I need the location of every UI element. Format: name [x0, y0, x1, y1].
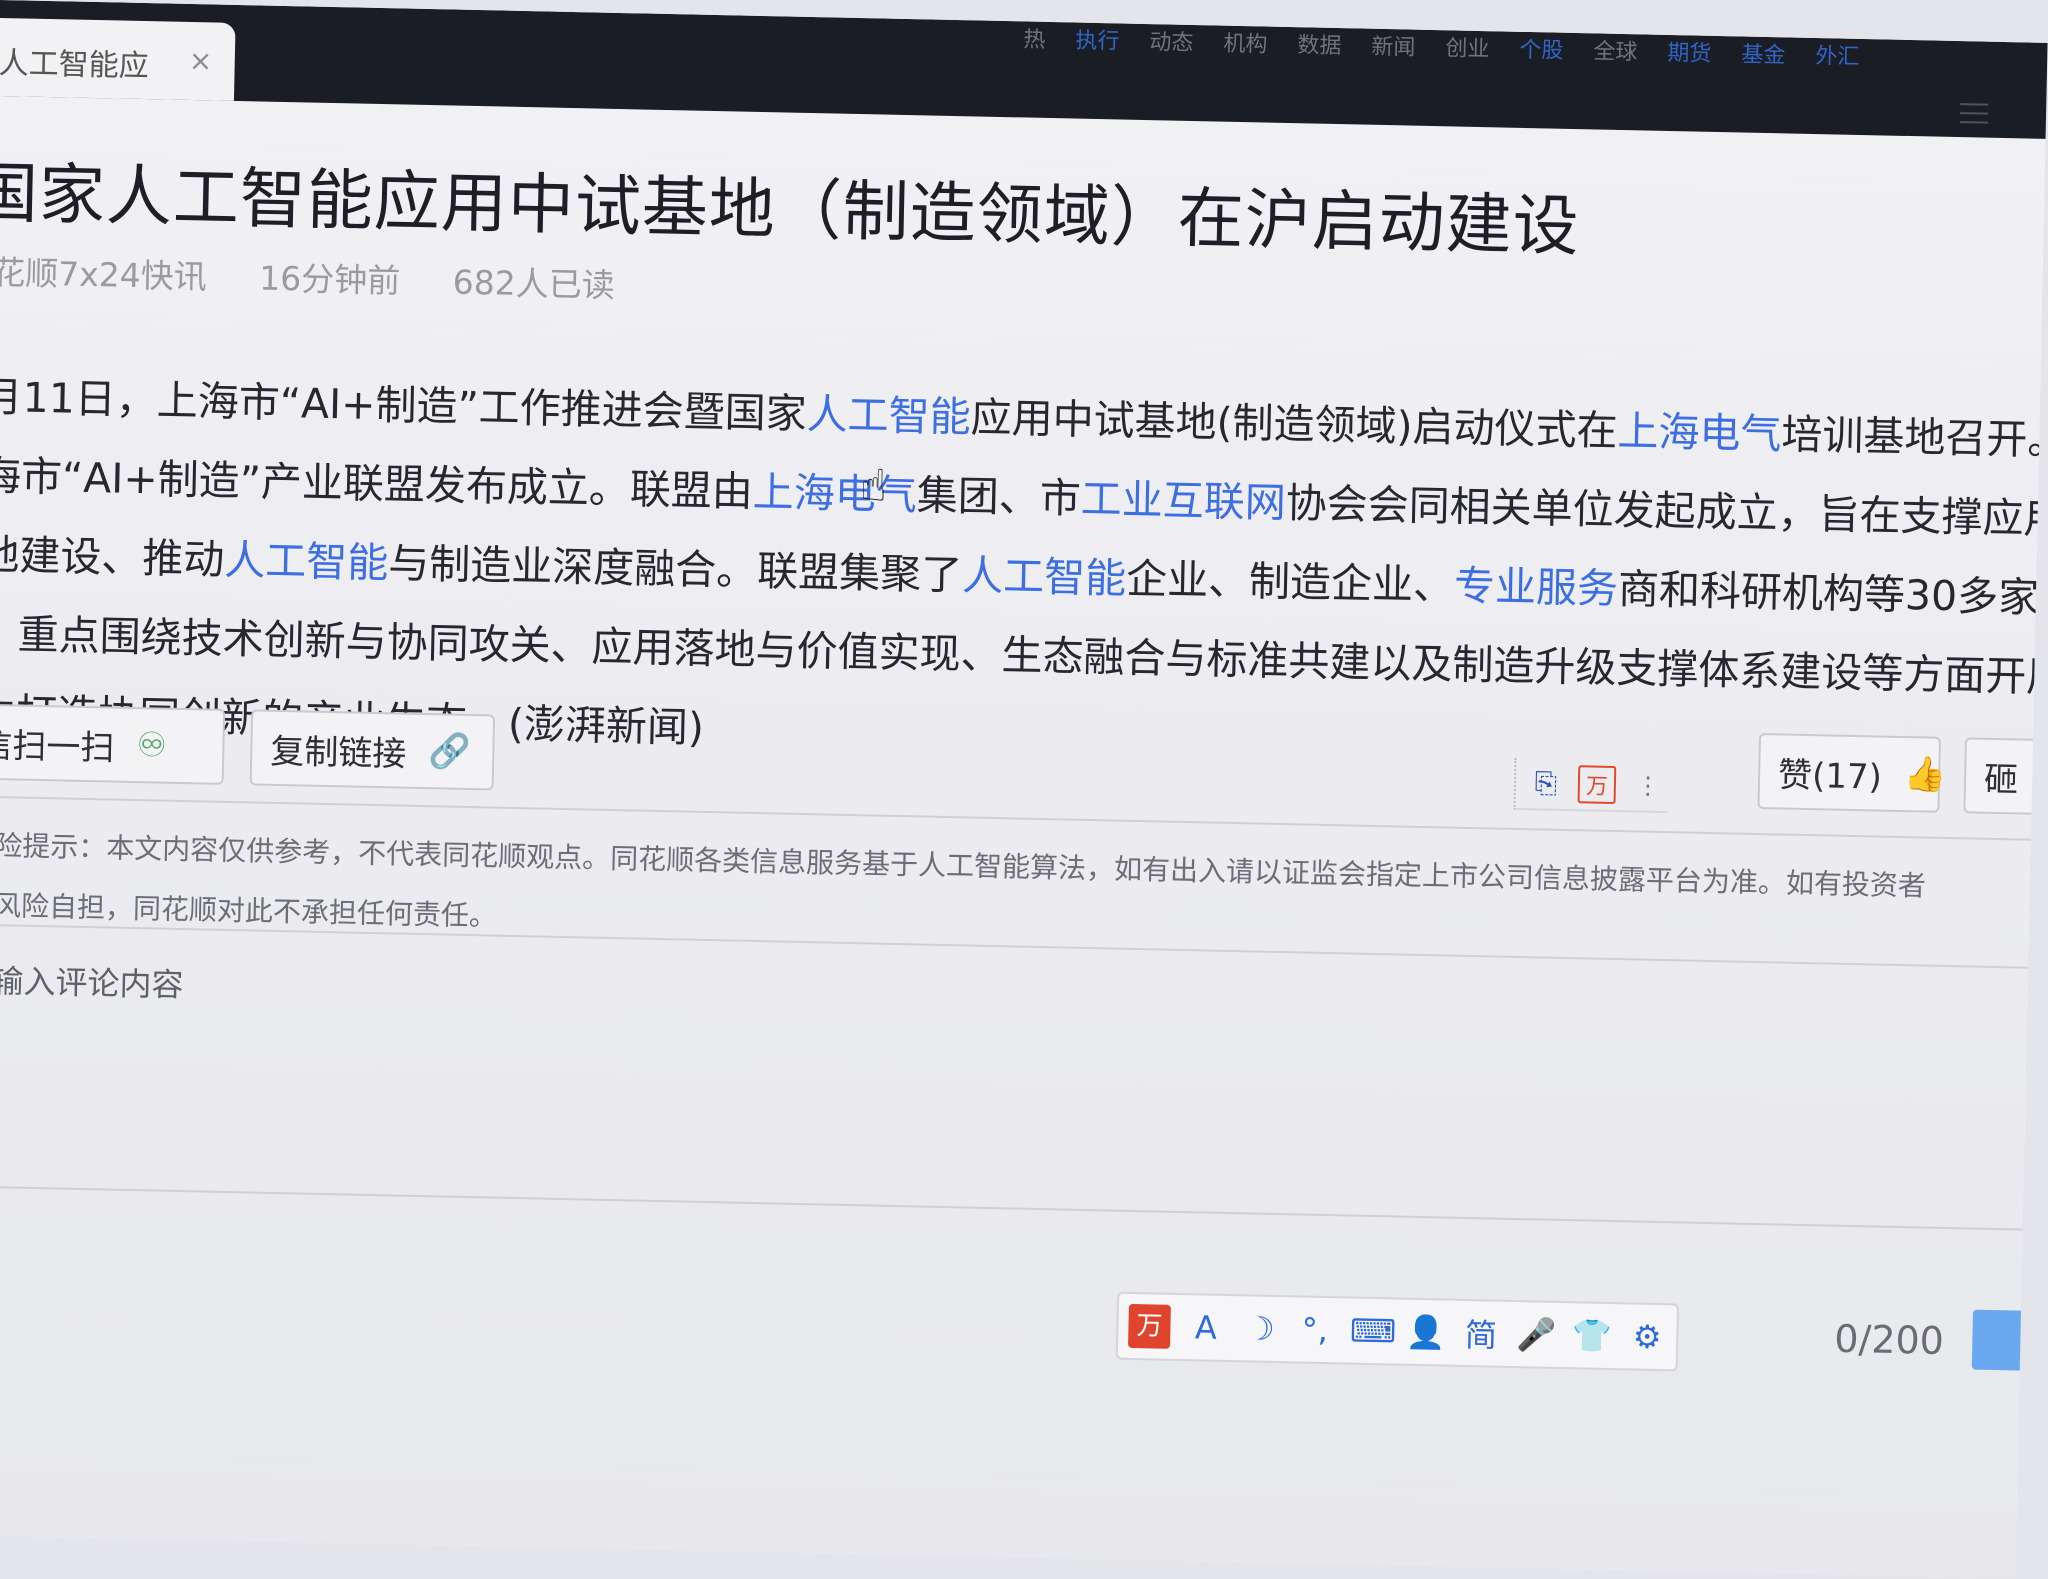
nav-link[interactable]: 新闻: [1367, 29, 1420, 61]
wechat-share-button[interactable]: 微信扫一扫 ♾: [0, 702, 226, 785]
article-text: 协会会同相关单位发起成立，旨在支撑应用中: [1285, 479, 2048, 545]
article-meta: 花顺7x24快讯 16分钟前 682人已读: [0, 246, 657, 308]
ime-toolbar: 万 A ☽ °, ⌨ 👤 简 🎤 👕 ⚙: [1115, 1291, 1680, 1372]
article-text: 月11日，上海市“AI+制造”工作推进会暨国家: [0, 372, 808, 438]
article-text: 与制造业深度融合。联盟集聚了: [387, 539, 963, 600]
settings-icon[interactable]: ⚙: [1628, 1317, 1667, 1356]
stock-keyword-link[interactable]: 专业服务: [1454, 562, 1619, 613]
like-label: 赞(17): [1777, 754, 1883, 798]
simplified-toggle[interactable]: 简: [1461, 1310, 1500, 1357]
stock-keyword-link[interactable]: 上海电气: [1617, 407, 1782, 458]
moon-icon[interactable]: ☽: [1241, 1309, 1280, 1348]
keyboard-icon[interactable]: ⌨: [1350, 1312, 1397, 1351]
more-icon[interactable]: ⋮: [1627, 765, 1668, 806]
stock-keyword-link[interactable]: 工业互联网: [1080, 475, 1286, 527]
article-text: 培训基地召开。会上: [1780, 410, 2048, 467]
nav-link[interactable]: 外汇: [1811, 38, 1864, 70]
punctuation-icon[interactable]: °,: [1295, 1310, 1334, 1350]
user-icon[interactable]: 👤: [1406, 1313, 1447, 1352]
nav-link[interactable]: 数据: [1293, 27, 1346, 59]
skin-icon[interactable]: 👕: [1572, 1316, 1613, 1355]
wechat-share-label: 微信扫一扫: [0, 724, 115, 769]
wechat-icon: ♾: [136, 725, 168, 766]
article-title: 国家人工智能应用中试基地（制造领域）在沪启动建设: [0, 154, 1581, 266]
top-nav: 热 执行 动态 机构 数据 新闻 创业 个股 全球 期货 基金 外汇: [1019, 21, 1864, 70]
close-icon[interactable]: ×: [188, 44, 212, 77]
article-text: 企业、制造企业、: [1125, 554, 1455, 610]
nav-link[interactable]: 期货: [1663, 35, 1716, 67]
copy-link-label: 复制链接: [269, 731, 407, 775]
comment-counter: 0/200: [1833, 1316, 1945, 1363]
article-panel: 国家人工智能应用中试基地（制造领域）在沪启动建设 花顺7x24快讯 16分钟前 …: [0, 95, 2048, 1579]
nav-link[interactable]: 个股: [1515, 32, 1568, 64]
nav-link[interactable]: 全球: [1589, 33, 1642, 65]
stock-keyword-link[interactable]: 上海电气: [752, 468, 917, 519]
ths-logo-icon[interactable]: 万: [1577, 765, 1617, 805]
article-reads: 682人已读: [452, 262, 616, 305]
copy-link-button[interactable]: 复制链接 🔗: [249, 709, 496, 791]
dislike-label: 砸: [1983, 759, 2019, 800]
dislike-button[interactable]: 砸: [1963, 737, 2048, 816]
microphone-icon[interactable]: 🎤: [1516, 1315, 1557, 1354]
nav-link[interactable]: 执行: [1071, 22, 1124, 55]
tab-article[interactable]: 人工智能应 ×: [0, 17, 236, 101]
hamburger-menu-icon[interactable]: [1959, 103, 1989, 124]
nav-link[interactable]: 基金: [1737, 36, 1790, 68]
article-text: 地建设、推动: [0, 530, 225, 584]
article-time: 16分钟前: [258, 258, 401, 301]
article-tools: ⎘ 万 ⋮: [1513, 757, 1669, 814]
hand-cursor-icon: ☝: [859, 460, 888, 512]
link-icon: 🔗: [427, 731, 472, 773]
font-icon[interactable]: A: [1186, 1308, 1225, 1347]
submit-comment-button[interactable]: [1971, 1309, 2048, 1372]
export-icon[interactable]: ⎘: [1526, 763, 1567, 804]
comment-placeholder: 请输入评论内容: [0, 961, 184, 1005]
article-text: 应用中试基地(制造领域)启动仪式在: [970, 393, 1618, 455]
tab-title: 人工智能应: [0, 45, 150, 85]
article-text: 海市“AI+制造”产业联盟发布成立。联盟由: [0, 451, 754, 516]
thumbs-up-icon: 👍: [1903, 754, 1947, 795]
like-button[interactable]: 赞(17) 👍: [1757, 732, 1947, 813]
article-text: 集团、市: [916, 471, 1082, 523]
article-text: 商和科研机构等30多家生态: [1617, 565, 2048, 624]
stock-keyword-link[interactable]: 人工智能: [962, 551, 1127, 602]
stock-keyword-link[interactable]: 人工智能: [806, 390, 971, 441]
nav-link[interactable]: 创业: [1441, 30, 1494, 62]
nav-link[interactable]: 机构: [1219, 26, 1272, 58]
nav-link[interactable]: 热: [1019, 21, 1050, 52]
article-source[interactable]: 花顺7x24快讯: [0, 253, 207, 296]
ime-logo-icon[interactable]: 万: [1128, 1303, 1172, 1349]
stock-keyword-link[interactable]: 人工智能: [224, 536, 389, 587]
nav-link[interactable]: 动态: [1145, 24, 1198, 56]
comment-input[interactable]: 请输入评论内容: [0, 936, 2048, 1220]
